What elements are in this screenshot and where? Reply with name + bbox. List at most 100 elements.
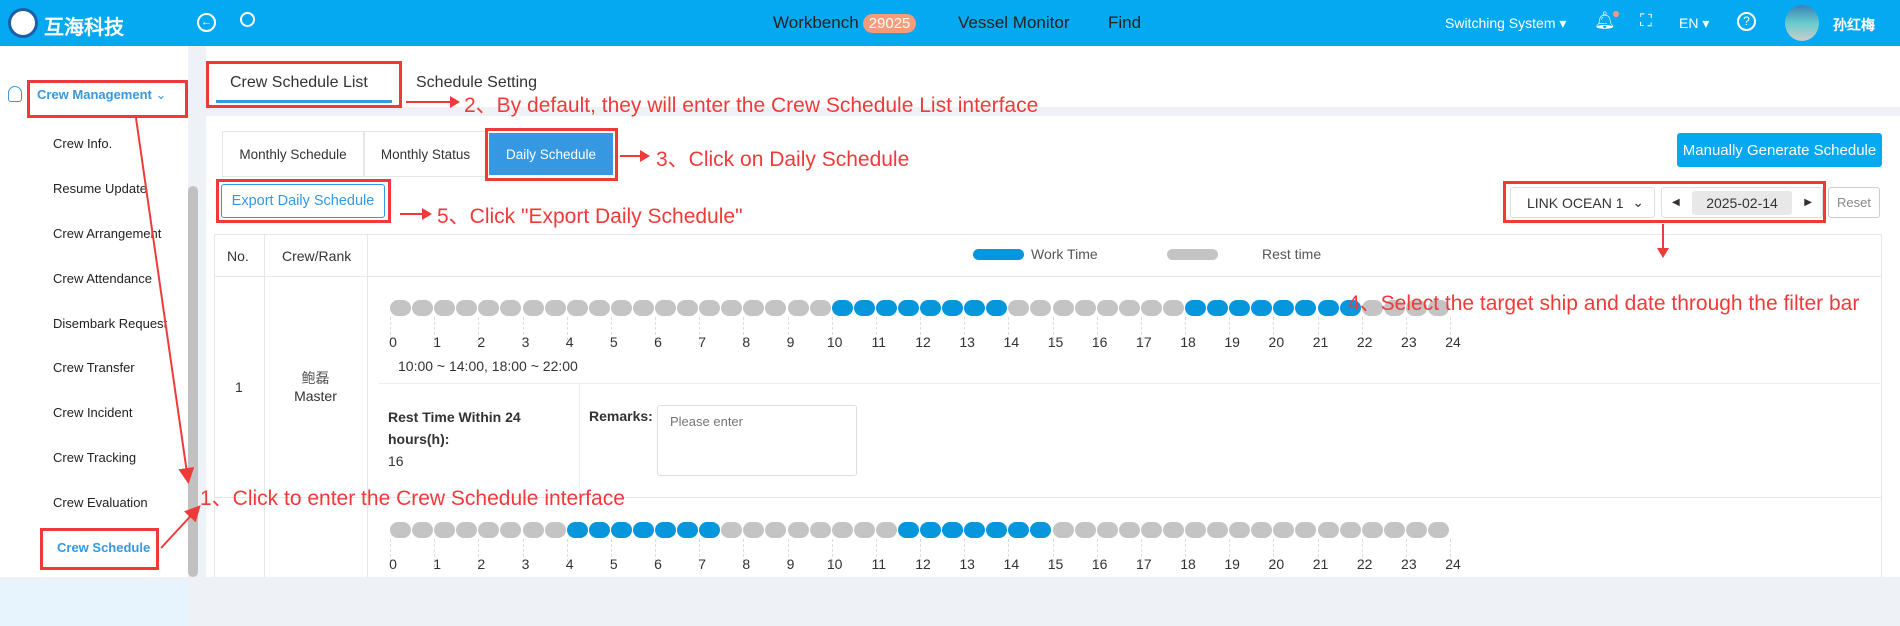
- rest-time-legend-label: Rest time: [1262, 246, 1322, 262]
- rest-slot: [831, 522, 853, 538]
- rest-slot: [1162, 300, 1184, 316]
- annotation-arrow: [400, 208, 432, 220]
- hour-label: 18: [1180, 334, 1196, 350]
- rest-slot: [1251, 522, 1273, 538]
- work-slot: [942, 300, 964, 316]
- rest-slot: [765, 300, 787, 316]
- rest-slot: [500, 522, 522, 538]
- nav-label: Workbench: [773, 13, 859, 32]
- hour-label: 11: [871, 334, 887, 350]
- avatar[interactable]: [1785, 5, 1819, 41]
- divider: [214, 276, 1882, 277]
- hour-label: 22: [1356, 334, 1373, 350]
- sidebar-item-crew-evaluation[interactable]: Crew Evaluation: [53, 495, 148, 510]
- rest-slot: [1074, 300, 1096, 316]
- divider: [206, 107, 1900, 116]
- rest-slot: [853, 522, 875, 538]
- rest-time-legend-swatch: [1167, 249, 1218, 260]
- rest-time-value: 16: [388, 453, 404, 469]
- sidebar-item-crew-tracking[interactable]: Crew Tracking: [53, 450, 136, 465]
- divider: [378, 383, 1882, 384]
- language-dropdown[interactable]: EN ▾: [1679, 15, 1709, 32]
- rest-slot: [1118, 522, 1140, 538]
- annotation-arrow: [620, 150, 650, 162]
- rest-slot: [522, 300, 544, 316]
- rest-slot: [1118, 300, 1140, 316]
- nav-find[interactable]: Find: [1108, 13, 1141, 33]
- work-slot: [1273, 300, 1295, 316]
- logo-icon: [8, 8, 38, 38]
- subtab-monthly-status[interactable]: Monthly Status: [364, 131, 487, 177]
- hour-label: 9: [786, 334, 795, 350]
- sidebar-item-crew-info-[interactable]: Crew Info.: [53, 136, 112, 151]
- work-slot: [1295, 300, 1317, 316]
- bell-icon[interactable]: 🔔︎: [1594, 11, 1619, 31]
- annotation-step-2: 2、By default, they will enter the Crew S…: [464, 94, 1039, 117]
- hour-label: 1: [433, 556, 442, 572]
- annotation-step-1: 1、Click to enter the Crew Schedule inter…: [200, 487, 625, 510]
- work-slot: [853, 300, 875, 316]
- hour-label: 24: [1445, 334, 1461, 350]
- hour-label: 21: [1312, 334, 1329, 350]
- work-slot: [588, 522, 610, 538]
- work-slot: [1185, 300, 1206, 316]
- hour-label: 23: [1401, 556, 1417, 572]
- rest-slot: [1030, 300, 1052, 316]
- work-slot: [1251, 300, 1273, 316]
- rest-slot: [765, 522, 787, 538]
- rest-slot: [1383, 522, 1405, 538]
- work-time-legend-label: Work Time: [1031, 246, 1098, 262]
- sidebar-item-crew-incident[interactable]: Crew Incident: [53, 405, 132, 420]
- fullscreen-icon[interactable]: ⛶: [1640, 11, 1652, 31]
- nav-workbench[interactable]: Workbench 29025: [773, 13, 917, 33]
- hour-label: 23: [1401, 334, 1417, 350]
- remarks-input[interactable]: [657, 405, 857, 476]
- lang-label: EN: [1679, 15, 1699, 31]
- subtab-monthly-schedule[interactable]: Monthly Schedule: [222, 131, 364, 177]
- workbench-badge: 29025: [862, 14, 917, 33]
- back-icon[interactable]: ←: [197, 13, 216, 32]
- hour-label: 18: [1180, 556, 1196, 572]
- active-item-highlight: [0, 581, 188, 626]
- help-icon[interactable]: ?: [1737, 12, 1756, 31]
- rest-slot: [1361, 522, 1383, 538]
- work-slot: [964, 300, 986, 316]
- hour-label: 10: [826, 556, 843, 572]
- manually-generate-button[interactable]: Manually Generate Schedule: [1677, 133, 1882, 167]
- work-slot: [610, 522, 632, 538]
- sidebar-scrollbar[interactable]: [188, 186, 198, 577]
- hour-label: 14: [1003, 334, 1020, 350]
- hour-label: 21: [1312, 556, 1329, 572]
- rest-slot: [809, 522, 831, 538]
- rest-slot: [1317, 522, 1339, 538]
- top-header: 互海科技 ← Workbench 29025 Vessel Monitor Fin…: [0, 0, 1900, 46]
- rest-slot: [655, 300, 676, 316]
- hour-label: 13: [959, 334, 975, 350]
- nav-vessel-monitor[interactable]: Vessel Monitor: [958, 13, 1070, 33]
- rest-slot: [1185, 522, 1206, 538]
- hour-label: 19: [1224, 556, 1240, 572]
- sidebar-item-crew-transfer[interactable]: Crew Transfer: [53, 360, 135, 375]
- rest-slot: [1074, 522, 1096, 538]
- sidebar-item-crew-attendance[interactable]: Crew Attendance: [53, 271, 152, 286]
- sidebar-item-crew-arrangement[interactable]: Crew Arrangement: [53, 226, 161, 241]
- hour-label: 19: [1224, 334, 1240, 350]
- annotation-box-crew-schedule: [40, 528, 159, 570]
- hour-label: 5: [609, 556, 618, 572]
- switching-system-dropdown[interactable]: Switching System ▾: [1445, 15, 1566, 32]
- sidebar-item-disembark-request[interactable]: Disembark Request: [53, 316, 167, 331]
- sidebar-item-resume-update[interactable]: Resume Update: [53, 181, 147, 196]
- search-icon[interactable]: [240, 12, 255, 27]
- hour-label: 0: [389, 556, 397, 572]
- divider: [367, 234, 368, 577]
- rest-slot: [809, 300, 831, 316]
- annotation-arrow: [406, 96, 460, 108]
- rest-slot: [632, 300, 654, 316]
- column-header-no: No.: [227, 248, 249, 264]
- divider: [264, 234, 265, 577]
- rest-slot: [743, 522, 765, 538]
- work-slot: [964, 522, 986, 538]
- user-name[interactable]: 孙红梅: [1833, 15, 1875, 35]
- reset-button[interactable]: Reset: [1828, 187, 1880, 218]
- work-slot: [920, 522, 941, 538]
